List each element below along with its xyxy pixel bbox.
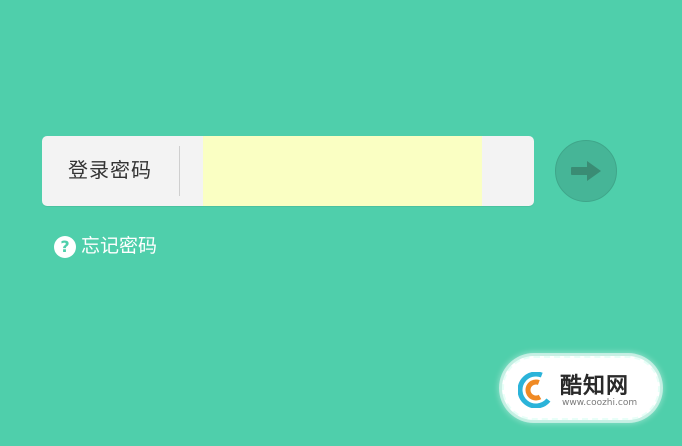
forgot-password-link[interactable]: ? 忘记密码 — [54, 234, 157, 260]
watermark-logo: 酷知网 www.coozhi.com — [502, 356, 660, 420]
password-input[interactable] — [203, 136, 482, 206]
login-bar: 登录密码 — [42, 136, 534, 206]
coozhi-logo-icon — [518, 372, 554, 408]
submit-button[interactable] — [555, 140, 617, 202]
watermark-url: www.coozhi.com — [562, 398, 638, 408]
help-circle-icon: ? — [54, 236, 76, 258]
password-label: 登录密码 — [68, 160, 152, 182]
arrow-right-icon — [571, 161, 601, 181]
divider — [179, 146, 180, 196]
watermark-name: 酷知网 — [560, 374, 630, 399]
forgot-password-label: 忘记密码 — [81, 236, 158, 257]
